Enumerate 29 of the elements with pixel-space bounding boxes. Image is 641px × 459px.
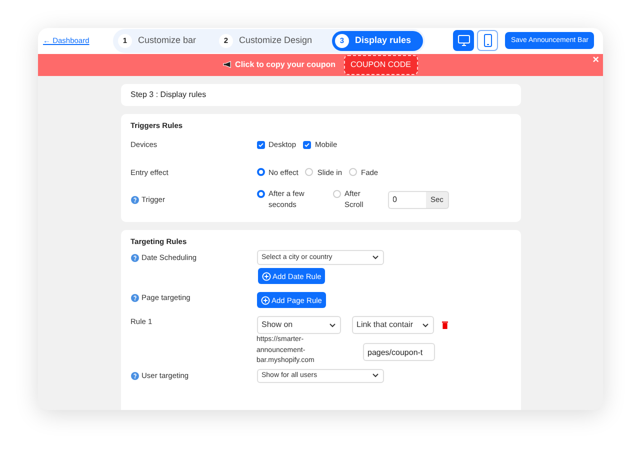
help-icon — [130, 294, 138, 302]
radio-button[interactable] — [305, 168, 314, 176]
desktop-view-button[interactable] — [453, 30, 474, 52]
help-icon — [130, 196, 138, 204]
dropdown[interactable]: Link that contair — [352, 316, 434, 334]
announcement-text: Click to copy your coupon — [235, 58, 336, 71]
mobile-icon — [484, 34, 492, 48]
path-input[interactable]: pages/coupon-t — [362, 343, 434, 362]
plus-circle-icon — [262, 272, 270, 281]
trash-icon[interactable] — [442, 321, 448, 330]
radio-button[interactable] — [349, 168, 357, 176]
checkbox[interactable] — [256, 140, 264, 149]
radio-button[interactable] — [256, 190, 264, 198]
radio-button[interactable] — [332, 190, 340, 198]
coupon-code-button[interactable]: COUPON CODE — [344, 54, 418, 75]
step-title: Step 3 : Display rules — [130, 89, 206, 101]
help-icon — [130, 254, 138, 262]
chevron-down-icon — [372, 255, 378, 260]
chevron-down-icon — [328, 322, 336, 328]
radio-button[interactable] — [256, 168, 264, 176]
chevron-down-icon — [422, 322, 428, 328]
mobile-view-button[interactable] — [477, 30, 498, 52]
desktop-icon — [458, 35, 470, 46]
help-icon — [130, 372, 138, 380]
megaphone-icon — [223, 61, 232, 68]
chevron-down-icon — [372, 373, 378, 378]
checkbox[interactable] — [303, 140, 312, 149]
dropdown[interactable]: Show on — [256, 316, 340, 334]
plus-circle-icon — [260, 296, 270, 305]
